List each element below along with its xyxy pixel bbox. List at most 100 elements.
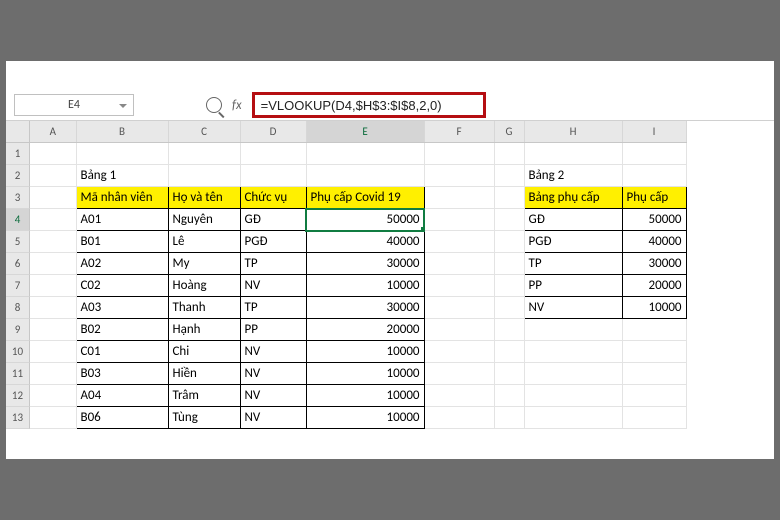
- cell[interactable]: A04: [76, 385, 168, 407]
- col-header[interactable]: E: [306, 121, 424, 143]
- cell[interactable]: GĐ: [524, 209, 622, 231]
- cell[interactable]: [494, 165, 524, 187]
- cell[interactable]: PGĐ: [524, 231, 622, 253]
- cell[interactable]: My: [168, 253, 240, 275]
- cell[interactable]: [494, 297, 524, 319]
- cell[interactable]: [424, 407, 494, 429]
- cell[interactable]: Họ và tên: [168, 187, 240, 209]
- cell[interactable]: [30, 143, 76, 165]
- cell[interactable]: [240, 165, 306, 187]
- row-header[interactable]: 11: [6, 363, 30, 385]
- cell[interactable]: PP: [524, 275, 622, 297]
- cell[interactable]: [30, 363, 76, 385]
- cell[interactable]: 40000: [306, 231, 424, 253]
- cell[interactable]: TP: [240, 253, 306, 275]
- row-header[interactable]: 1: [6, 143, 30, 165]
- row-header[interactable]: 7: [6, 275, 30, 297]
- cell[interactable]: [494, 253, 524, 275]
- cell[interactable]: Phụ cấp: [622, 187, 686, 209]
- cell[interactable]: GĐ: [240, 209, 306, 231]
- cell[interactable]: [30, 231, 76, 253]
- cell[interactable]: 10000: [306, 407, 424, 429]
- cell[interactable]: B01: [76, 231, 168, 253]
- cell[interactable]: Hiền: [168, 363, 240, 385]
- row-header[interactable]: 10: [6, 341, 30, 363]
- cell[interactable]: [30, 385, 76, 407]
- cell[interactable]: [524, 385, 622, 407]
- cell[interactable]: B06: [76, 407, 168, 429]
- cell[interactable]: Nguyên: [168, 209, 240, 231]
- cell[interactable]: [424, 275, 494, 297]
- cell[interactable]: [306, 143, 424, 165]
- cell[interactable]: [424, 385, 494, 407]
- cell[interactable]: 40000: [622, 231, 686, 253]
- cell[interactable]: Bảng 1: [76, 165, 168, 187]
- cell[interactable]: A02: [76, 253, 168, 275]
- cell[interactable]: [424, 165, 494, 187]
- col-header[interactable]: H: [524, 121, 622, 143]
- cell[interactable]: Hoàng: [168, 275, 240, 297]
- cell[interactable]: [30, 275, 76, 297]
- cell[interactable]: NV: [524, 297, 622, 319]
- row-header[interactable]: 4: [6, 209, 30, 231]
- select-all-corner[interactable]: [6, 121, 30, 143]
- cell[interactable]: NV: [240, 385, 306, 407]
- col-header[interactable]: B: [76, 121, 168, 143]
- cell[interactable]: [622, 143, 686, 165]
- cell[interactable]: [494, 363, 524, 385]
- row-header[interactable]: 8: [6, 297, 30, 319]
- cell[interactable]: [424, 363, 494, 385]
- cell[interactable]: [30, 297, 76, 319]
- cell[interactable]: [494, 407, 524, 429]
- row-header[interactable]: 9: [6, 319, 30, 341]
- cell[interactable]: Chi: [168, 341, 240, 363]
- formula-input[interactable]: [259, 97, 479, 114]
- cell[interactable]: [524, 319, 622, 341]
- cell[interactable]: [622, 385, 686, 407]
- cell[interactable]: [30, 165, 76, 187]
- cell[interactable]: [424, 253, 494, 275]
- zoom-icon[interactable]: [206, 97, 222, 113]
- cell[interactable]: 30000: [306, 297, 424, 319]
- cell[interactable]: 10000: [306, 363, 424, 385]
- cell[interactable]: Mã nhân viên: [76, 187, 168, 209]
- cell[interactable]: 30000: [306, 253, 424, 275]
- cell[interactable]: [424, 209, 494, 231]
- cell[interactable]: [622, 341, 686, 363]
- cell[interactable]: 10000: [622, 297, 686, 319]
- cell[interactable]: Hạnh: [168, 319, 240, 341]
- row-header[interactable]: 12: [6, 385, 30, 407]
- cell[interactable]: [306, 165, 424, 187]
- cell[interactable]: B03: [76, 363, 168, 385]
- cell[interactable]: [494, 275, 524, 297]
- cell[interactable]: [494, 143, 524, 165]
- cell[interactable]: [168, 165, 240, 187]
- cell[interactable]: [622, 165, 686, 187]
- cell[interactable]: [424, 231, 494, 253]
- cell[interactable]: [622, 363, 686, 385]
- col-header[interactable]: I: [622, 121, 686, 143]
- cell[interactable]: NV: [240, 275, 306, 297]
- cell[interactable]: A01: [76, 209, 168, 231]
- cell[interactable]: [76, 143, 168, 165]
- cell[interactable]: [168, 143, 240, 165]
- row-header[interactable]: 13: [6, 407, 30, 429]
- cell[interactable]: 10000: [306, 275, 424, 297]
- cell[interactable]: C02: [76, 275, 168, 297]
- cell[interactable]: 30000: [622, 253, 686, 275]
- cell[interactable]: Trâm: [168, 385, 240, 407]
- cell[interactable]: [424, 187, 494, 209]
- cell[interactable]: [424, 341, 494, 363]
- cell[interactable]: 20000: [622, 275, 686, 297]
- cell[interactable]: 10000: [306, 341, 424, 363]
- cell[interactable]: NV: [240, 363, 306, 385]
- cell[interactable]: Lê: [168, 231, 240, 253]
- cell[interactable]: [494, 209, 524, 231]
- cell[interactable]: Phụ cấp Covid 19: [306, 187, 424, 209]
- cell[interactable]: Chức vụ: [240, 187, 306, 209]
- cell[interactable]: 20000: [306, 319, 424, 341]
- cell[interactable]: [30, 341, 76, 363]
- cell[interactable]: Tùng: [168, 407, 240, 429]
- cell[interactable]: [622, 407, 686, 429]
- cell[interactable]: [424, 319, 494, 341]
